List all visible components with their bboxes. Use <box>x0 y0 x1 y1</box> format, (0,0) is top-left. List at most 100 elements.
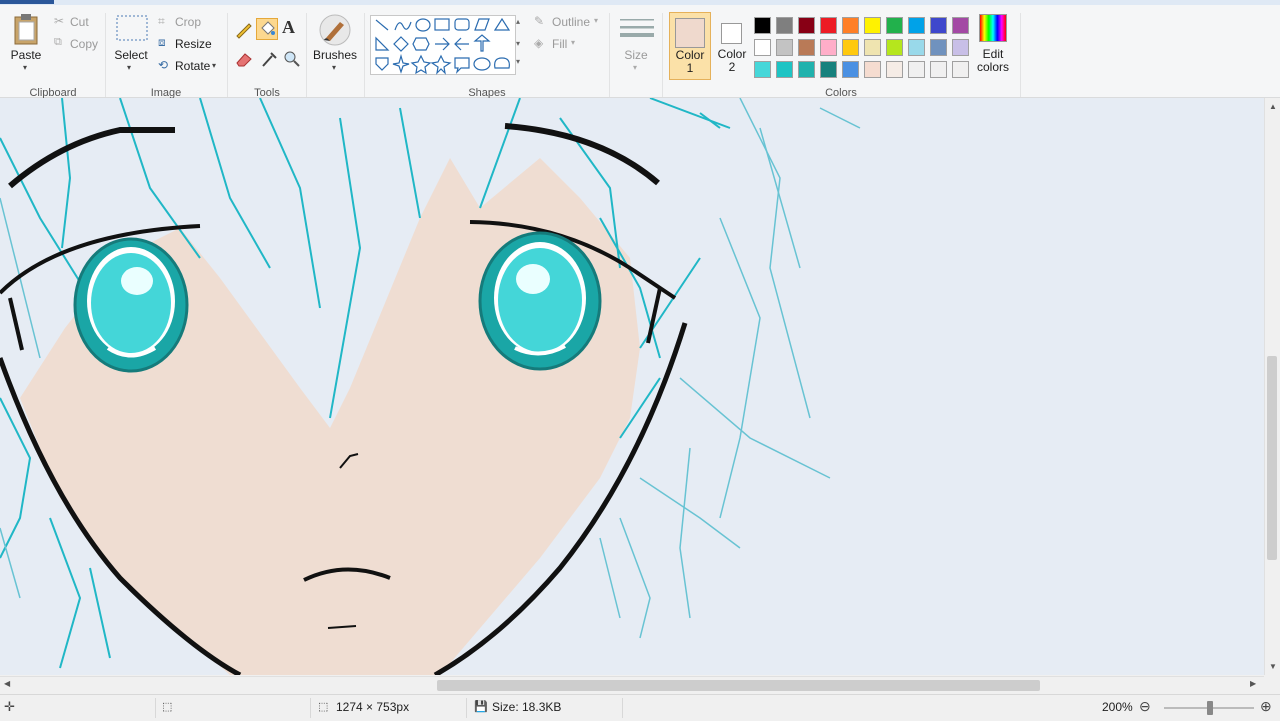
paste-icon[interactable] <box>12 13 40 48</box>
separator <box>155 698 156 718</box>
scroll-up-icon[interactable]: ▲ <box>1269 102 1277 111</box>
selection-size-icon: ⬚ <box>162 701 173 713</box>
palette-swatch[interactable] <box>886 39 903 56</box>
brushes-button[interactable]: Brushes <box>312 48 358 62</box>
horizontal-scroll-thumb[interactable] <box>437 680 1040 691</box>
size-button[interactable]: Size <box>620 48 652 62</box>
size-icon[interactable] <box>620 17 654 46</box>
image-dimensions-icon: ⬚ <box>318 701 329 713</box>
eraser-icon[interactable] <box>235 51 253 70</box>
edit-colors-line1: Edit <box>982 47 1004 61</box>
palette-swatch[interactable] <box>798 17 815 34</box>
color2-label: Color 2 <box>714 48 750 74</box>
palette-swatch[interactable] <box>842 17 859 34</box>
paste-dropdown-icon[interactable]: ▾ <box>23 63 27 72</box>
fill-bucket-icon[interactable] <box>256 18 278 40</box>
edit-colors-icon[interactable] <box>979 14 1007 42</box>
zoom-in-icon[interactable]: ⊕ <box>1260 698 1272 715</box>
palette-swatch[interactable] <box>754 61 771 78</box>
copy-button[interactable]: Copy <box>70 37 98 51</box>
resize-button[interactable]: Resize <box>175 37 212 51</box>
palette-swatch[interactable] <box>886 17 903 34</box>
rotate-dropdown-icon[interactable]: ▾ <box>212 61 216 70</box>
brushes-icon[interactable] <box>318 14 352 49</box>
fill-icon: ◈ <box>534 36 544 50</box>
crop-button[interactable]: Crop <box>175 15 201 29</box>
palette-swatch[interactable] <box>776 17 793 34</box>
outline-icon: ✎ <box>534 14 545 28</box>
anime-face-drawing <box>0 98 861 675</box>
palette-swatch[interactable] <box>930 39 947 56</box>
copy-icon: ⧉ <box>54 36 62 48</box>
size-dropdown-icon[interactable]: ▾ <box>633 63 637 72</box>
cut-button[interactable]: Cut <box>70 15 89 29</box>
magnifier-icon[interactable] <box>283 50 301 71</box>
color-picker-icon[interactable] <box>260 50 278 71</box>
palette-swatch[interactable] <box>864 61 881 78</box>
palette-swatch[interactable] <box>864 39 881 56</box>
palette-swatch[interactable] <box>886 61 903 78</box>
select-button[interactable]: Select <box>112 48 150 62</box>
crop-icon: ⌗ <box>158 14 165 28</box>
shapes-scroll-down-icon[interactable]: ▾ <box>516 39 520 48</box>
outline-dropdown-icon[interactable]: ▾ <box>594 16 598 25</box>
palette-swatch[interactable] <box>776 61 793 78</box>
palette-swatch[interactable] <box>754 39 771 56</box>
brushes-dropdown-icon[interactable]: ▾ <box>332 63 336 72</box>
scroll-down-icon[interactable]: ▼ <box>1269 662 1277 671</box>
color2-label-line1: Color <box>717 47 747 61</box>
scroll-left-icon[interactable]: ◀ <box>4 679 10 688</box>
palette-swatch[interactable] <box>798 61 815 78</box>
separator <box>364 13 365 97</box>
color1-label-line2: 1 <box>686 61 694 75</box>
palette-swatch[interactable] <box>820 17 837 34</box>
color2-label-line2: 2 <box>728 60 736 74</box>
horizontal-scrollbar[interactable]: ◀ ▶ <box>0 676 1264 695</box>
vertical-scroll-thumb[interactable] <box>1267 356 1277 560</box>
palette-swatch[interactable] <box>908 17 925 34</box>
palette-swatch[interactable] <box>776 39 793 56</box>
resize-icon: ⧈ <box>158 35 166 49</box>
shapes-more-icon[interactable]: ▾ <box>516 57 520 66</box>
palette-swatch[interactable] <box>798 39 815 56</box>
drawing-canvas[interactable] <box>0 98 1264 675</box>
edit-colors-line2: colors <box>976 60 1009 74</box>
separator <box>662 13 663 97</box>
palette-swatch[interactable] <box>842 39 859 56</box>
palette-swatch[interactable] <box>754 17 771 34</box>
rotate-button[interactable]: Rotate <box>175 59 210 73</box>
palette-swatch[interactable] <box>952 61 969 78</box>
palette-swatch[interactable] <box>908 39 925 56</box>
text-tool-icon[interactable]: A <box>282 17 295 38</box>
zoom-level: 200% <box>1102 700 1133 714</box>
select-dropdown-icon[interactable]: ▾ <box>127 63 131 72</box>
paste-button[interactable]: Paste <box>6 48 46 62</box>
separator <box>105 13 106 97</box>
palette-swatch[interactable] <box>820 39 837 56</box>
scroll-right-icon[interactable]: ▶ <box>1250 679 1256 688</box>
cursor-position-icon: ✛ <box>4 699 15 714</box>
palette-swatch[interactable] <box>864 17 881 34</box>
palette-swatch[interactable] <box>908 61 925 78</box>
palette-swatch[interactable] <box>842 61 859 78</box>
outline-button[interactable]: Outline <box>552 15 590 29</box>
fill-dropdown-icon[interactable]: ▾ <box>571 38 575 47</box>
edit-colors-button[interactable]: Edit colors <box>972 48 1014 74</box>
shapes-gallery[interactable] <box>370 15 516 75</box>
shapes-scroll-up-icon[interactable]: ▴ <box>516 17 520 26</box>
palette-swatch[interactable] <box>930 17 947 34</box>
color2-selector[interactable]: Color 2 <box>714 12 750 80</box>
palette-swatch[interactable] <box>952 39 969 56</box>
vertical-scrollbar[interactable]: ▲ ▼ <box>1264 98 1280 675</box>
pencil-icon[interactable] <box>233 18 255 40</box>
palette-swatch[interactable] <box>820 61 837 78</box>
zoom-out-icon[interactable]: ⊖ <box>1139 698 1151 715</box>
zoom-slider-thumb[interactable] <box>1207 701 1213 715</box>
fill-button[interactable]: Fill <box>552 37 567 51</box>
color1-selector[interactable]: Color 1 <box>669 12 711 80</box>
color1-swatch <box>675 18 705 48</box>
select-icon[interactable] <box>116 15 148 44</box>
palette-swatch[interactable] <box>930 61 947 78</box>
file-tab-indicator[interactable] <box>0 0 54 4</box>
palette-swatch[interactable] <box>952 17 969 34</box>
